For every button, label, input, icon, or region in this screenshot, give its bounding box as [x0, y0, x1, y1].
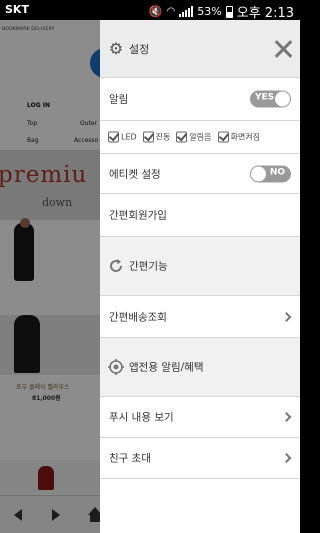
status-bar: SKT 🔇 ◠ 53% 오후 2:13	[0, 0, 300, 21]
battery-percent: 53%	[197, 5, 222, 18]
delivery-lookup-label: 간편배송조회	[109, 311, 167, 323]
toggle-knob	[251, 166, 266, 181]
vibrate-checkbox[interactable]: 진동	[142, 131, 171, 143]
check-icon	[108, 131, 119, 143]
dim-overlay[interactable]	[0, 20, 100, 533]
led-checkbox[interactable]: LED	[108, 131, 137, 143]
settings-drawer: ⚙ 설정 알림 YES LED 진동 알림음 화면켜짐 에티켓 설정 NO 간편…	[100, 20, 300, 533]
battery-icon	[225, 5, 233, 18]
wifi-icon: ◠	[166, 6, 176, 17]
signal-icon	[179, 6, 194, 17]
vibrate-label: 진동	[155, 132, 171, 142]
notification-toggle[interactable]: YES	[250, 90, 291, 108]
clock: 오후 2:13	[236, 6, 294, 21]
delivery-lookup-row[interactable]: 간편배송조회	[100, 296, 300, 338]
app-alerts-label: 앱전용 알림/혜택	[129, 361, 204, 374]
status-icons: 🔇 ◠ 53% 오후 2:13	[149, 2, 294, 21]
check-icon	[176, 131, 188, 143]
quick-signup-label: 간편회원가입	[109, 209, 167, 222]
etiquette-label: 에티켓 설정	[109, 168, 161, 180]
sound-checkbox[interactable]: 알림음	[176, 131, 212, 143]
chevron-right-icon	[281, 453, 292, 463]
app-alerts-row: 앱전용 알림/혜택	[100, 338, 300, 397]
toggle-text: YES	[255, 92, 275, 103]
led-label: LED	[121, 132, 137, 142]
gear-icon: ⚙	[108, 38, 124, 58]
drawer-header: ⚙ 설정	[100, 20, 300, 78]
screen-on-label: 화면켜짐	[230, 132, 260, 142]
invite-friends-label: 친구 초대	[109, 452, 151, 465]
notification-options-row: LED 진동 알림음 화면켜짐	[100, 121, 300, 154]
etiquette-toggle[interactable]: NO	[250, 165, 291, 182]
push-content-label: 푸시 내용 보기	[109, 411, 174, 424]
carrier-label: SKT	[5, 3, 29, 16]
quick-signup-row[interactable]: 간편회원가입	[100, 194, 300, 237]
check-icon	[217, 131, 229, 143]
sound-label: 알림음	[189, 132, 212, 142]
mute-icon: 🔇	[148, 5, 163, 18]
notification-label: 알림	[109, 93, 129, 106]
invite-friends-row[interactable]: 친구 초대	[100, 438, 300, 479]
notification-options: LED 진동 알림음 화면켜짐	[108, 131, 260, 143]
etiquette-row: 에티켓 설정 NO	[100, 154, 300, 194]
push-content-row[interactable]: 푸시 내용 보기	[100, 397, 300, 438]
toggle-knob	[275, 91, 290, 107]
chevron-right-icon	[281, 412, 292, 422]
quick-functions-label: 간편기능	[129, 260, 168, 273]
toggle-text: NO	[269, 167, 285, 177]
close-icon[interactable]	[274, 40, 292, 58]
refresh-icon	[108, 258, 124, 274]
notification-row: 알림 YES	[100, 78, 300, 121]
screen-on-checkbox[interactable]: 화면켜짐	[217, 131, 260, 143]
quick-functions-row: 간편기능	[100, 237, 300, 296]
target-icon	[108, 359, 124, 375]
chevron-right-icon	[281, 311, 292, 322]
drawer-title: 설정	[129, 42, 150, 56]
check-icon	[142, 131, 154, 143]
